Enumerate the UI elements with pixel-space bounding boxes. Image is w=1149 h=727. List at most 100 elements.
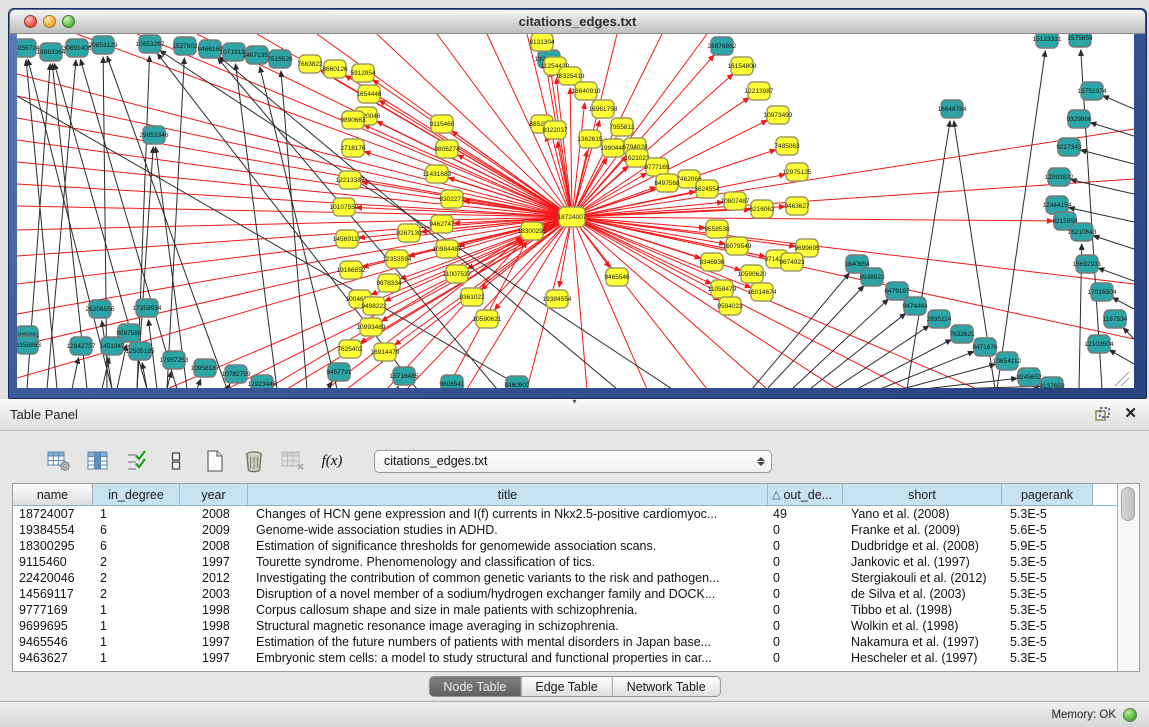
graph-node[interactable]: 9806274	[434, 140, 460, 158]
scrollbar-thumb[interactable]	[1121, 487, 1135, 521]
graph-node[interactable]: 17957253	[160, 351, 189, 369]
resize-grip-icon[interactable]	[1115, 372, 1129, 386]
graph-node[interactable]: 6216062	[749, 200, 775, 218]
column-header-short[interactable]: short	[843, 484, 1002, 506]
import-table-icon[interactable]	[280, 449, 306, 473]
graph-node[interactable]: 10782759	[222, 365, 251, 383]
graph-node[interactable]: 15716485	[390, 367, 419, 385]
graph-node[interactable]: 8302271	[439, 190, 465, 208]
graph-node[interactable]: 10590621	[473, 310, 502, 328]
graph-node[interactable]: 9498222	[361, 297, 387, 315]
splitter-handle-icon[interactable]: ▾	[572, 397, 576, 406]
graph-node[interactable]: 9346936	[699, 253, 725, 271]
graph-node[interactable]: 11007537	[443, 265, 472, 283]
graph-node[interactable]: 26876862	[708, 37, 737, 55]
graph-node[interactable]: 7632621	[949, 325, 975, 343]
graph-node[interactable]: 7485063	[774, 137, 800, 155]
graph-node[interactable]: 12103504	[1085, 335, 1114, 353]
graph-node[interactable]: 9115460	[430, 115, 455, 133]
graph-node[interactable]: 9474444	[902, 297, 928, 315]
close-window-icon[interactable]	[24, 15, 37, 28]
column-header-year[interactable]: year	[180, 484, 248, 506]
graph-node[interactable]: 10107550	[330, 198, 359, 216]
graph-node[interactable]: 9465546	[604, 268, 630, 286]
graph-node[interactable]: 9462747	[429, 215, 455, 233]
graph-node[interactable]: 7663822	[297, 55, 323, 73]
graph-node[interactable]: 12353594	[383, 250, 412, 268]
graph-node[interactable]: 1167534	[1103, 310, 1128, 328]
graph-node[interactable]: 16648784	[938, 100, 967, 118]
table-row[interactable]: 1872400712008Changes of HCN gene express…	[13, 506, 1139, 522]
graph-node[interactable]: 10993489	[357, 318, 386, 336]
graph-node[interactable]: 10973493	[764, 106, 793, 124]
tab-node-table[interactable]: Node Table	[429, 677, 520, 696]
table-row[interactable]: 1456911722003Disruption of a novel membe…	[13, 586, 1139, 602]
close-panel-icon[interactable]: ✕	[1124, 405, 1137, 423]
graph-node[interactable]: 9245652	[1016, 368, 1042, 386]
graph-node[interactable]: 15692931	[1073, 255, 1102, 273]
graph-node[interactable]: 9558538	[704, 220, 730, 238]
graph-node[interactable]: 19166852	[337, 261, 366, 279]
graph-node[interactable]: 8471676	[972, 338, 998, 356]
graph-node[interactable]: 9606541	[439, 375, 465, 388]
table-row[interactable]: 946554611997Estimation of the future num…	[13, 634, 1139, 650]
graph-node[interactable]: 10807487	[721, 192, 750, 210]
tab-edge-table[interactable]: Edge Table	[520, 677, 611, 696]
table-row[interactable]: 969969511998Structural magnetic resonanc…	[13, 618, 1139, 634]
graph-node[interactable]: 7515526	[267, 50, 293, 68]
graph-node[interactable]: 18640910	[572, 82, 601, 100]
graph-node[interactable]: 9267130	[396, 224, 422, 242]
minimize-window-icon[interactable]	[43, 15, 56, 28]
graph-node[interactable]: 20853129	[89, 36, 118, 54]
graph-node[interactable]: 1451947	[99, 337, 125, 355]
graph-node[interactable]: 11058479	[708, 280, 737, 298]
column-settings-icon[interactable]	[46, 449, 72, 473]
graph-node[interactable]: 11431683	[423, 165, 452, 183]
graph-node[interactable]: 18724007	[558, 207, 587, 227]
graph-node[interactable]: 16079549	[723, 237, 752, 255]
graph-node[interactable]: 6497568	[654, 174, 680, 192]
graph-node[interactable]: 10590620	[738, 265, 767, 283]
function-icon[interactable]: f(x)	[319, 449, 345, 473]
citation-network-graph[interactable]: 2405572418863364306914062085312910653287…	[17, 34, 1134, 388]
graph-node[interactable]: 9890663	[340, 111, 366, 129]
graph-node[interactable]: 9227343	[1056, 138, 1082, 156]
graph-node[interactable]: 8460902	[504, 376, 530, 388]
table-row[interactable]: 2242004622012Investigating the contribut…	[13, 570, 1139, 586]
graph-node[interactable]: 5912954	[350, 64, 376, 82]
column-header-pagerank[interactable]: pagerank	[1002, 484, 1093, 506]
table-row[interactable]: 1830029562008Estimation of significance …	[13, 538, 1139, 554]
graph-node[interactable]: 16210643	[1068, 223, 1097, 241]
graph-node[interactable]: 17359934	[133, 299, 162, 317]
graph-node[interactable]: 12213987	[745, 82, 774, 100]
graph-node[interactable]: 7955812	[609, 118, 635, 136]
graph-node[interactable]: 16961758	[589, 100, 618, 118]
column-header-out_degree[interactable]: △out_de...	[768, 484, 843, 506]
graph-node[interactable]: 16014674	[748, 283, 777, 301]
graph-node[interactable]: 1654446	[356, 85, 382, 103]
graph-node[interactable]: 16154808	[728, 57, 757, 75]
table-row[interactable]: 1938455462009Genome-wide association stu…	[13, 522, 1139, 538]
graph-node[interactable]: 15751074	[1078, 82, 1107, 100]
graph-node[interactable]: 1527602	[172, 37, 198, 55]
graph-node[interactable]: 1575659	[1067, 34, 1093, 47]
graph-node[interactable]: 9594023	[717, 297, 743, 315]
table-selector-dropdown[interactable]: citations_edges.txt	[374, 450, 772, 473]
graph-node[interactable]: 8660126	[322, 60, 348, 78]
graph-node[interactable]: 16914479	[371, 343, 400, 361]
graph-node[interactable]: 9457791	[326, 363, 352, 381]
window-titlebar[interactable]: citations_edges.txt	[10, 10, 1145, 34]
column-header-in_degree[interactable]: in_degree	[93, 484, 180, 506]
float-window-icon[interactable]	[1095, 407, 1110, 421]
graph-node[interactable]: 12975125	[783, 163, 812, 181]
graph-node[interactable]: 1362615	[577, 130, 603, 148]
select-all-icon[interactable]	[124, 449, 150, 473]
table-row[interactable]: 946362711997Embryonic stem cells: a mode…	[13, 650, 1139, 666]
graph-node[interactable]: 3624554	[694, 180, 720, 198]
graph-node[interactable]: 9463627	[784, 197, 810, 215]
graph-node[interactable]: 9329966	[1066, 110, 1092, 128]
graph-node[interactable]: 29053346	[140, 126, 169, 144]
table-row[interactable]: 977716911998Corpus callosum shape and si…	[13, 602, 1139, 618]
row-options-icon[interactable]	[163, 449, 189, 473]
graph-node[interactable]: 12942757	[67, 337, 96, 355]
